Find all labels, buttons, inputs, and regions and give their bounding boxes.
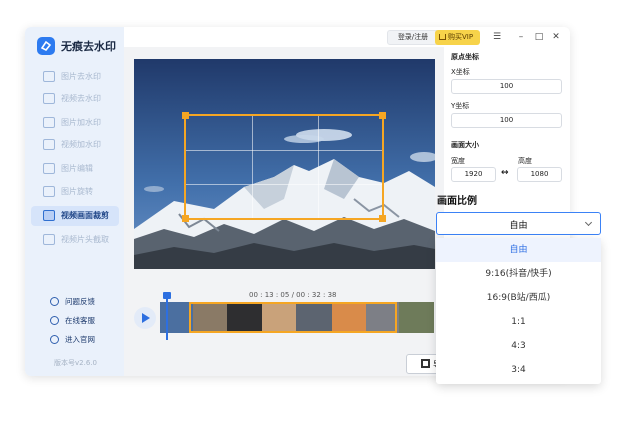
thumbnail xyxy=(399,302,434,333)
video-frame-image xyxy=(134,59,435,269)
image-watermark-icon xyxy=(43,117,55,128)
image-icon xyxy=(43,71,55,82)
y-coordinate-input[interactable]: 100 xyxy=(451,113,562,128)
sidebar-item-video-trim[interactable]: 视频片头截取 xyxy=(31,230,119,250)
crop-icon xyxy=(43,210,55,221)
width-input[interactable]: 1920 xyxy=(451,167,496,182)
website-label: 进入官网 xyxy=(65,334,95,344)
sidebar-item-label: 图片编辑 xyxy=(61,164,93,173)
ratio-option-16-9[interactable]: 16:9(B站/西瓜) xyxy=(436,286,601,310)
crop-handle-top-right[interactable] xyxy=(379,112,386,119)
sidebar-item-image-remove[interactable]: 图片去水印 xyxy=(31,67,119,87)
sidebar-item-video-crop[interactable]: 视频画面裁剪 xyxy=(31,206,119,226)
video-watermark-icon xyxy=(43,139,55,150)
playhead-handle[interactable] xyxy=(163,292,171,299)
ratio-option-3-4[interactable]: 3:4 xyxy=(436,358,601,382)
buy-vip-button[interactable]: 购买VIP xyxy=(435,30,480,45)
crop-handle-top-left[interactable] xyxy=(182,112,189,119)
feedback-label: 问题反馈 xyxy=(65,296,95,306)
sidebar-item-label: 图片加水印 xyxy=(61,118,101,127)
video-preview-area xyxy=(124,47,444,283)
height-label: 高度 xyxy=(518,157,532,165)
aspect-ratio-select[interactable]: 自由 xyxy=(436,212,601,235)
sidebar-item-image-rotate[interactable]: 图片旋转 xyxy=(31,182,119,202)
app-title: 无痕去水印 xyxy=(61,40,116,53)
menu-icon[interactable]: ☰ xyxy=(492,32,502,42)
website-icon xyxy=(50,334,59,344)
trim-selection[interactable] xyxy=(189,302,397,333)
y-label: Y坐标 xyxy=(451,102,470,110)
aspect-ratio-title: 画面比例 xyxy=(437,196,477,207)
image-edit-icon xyxy=(43,163,55,174)
support-link[interactable]: 在线客服 xyxy=(50,314,95,326)
feedback-icon xyxy=(50,296,59,306)
sidebar-item-image-edit[interactable]: 图片编辑 xyxy=(31,159,119,179)
website-link[interactable]: 进入官网 xyxy=(50,333,95,345)
feedback-link[interactable]: 问题反馈 xyxy=(50,295,95,307)
support-label: 在线客服 xyxy=(65,315,95,325)
login-button[interactable]: 登录/注册 xyxy=(387,30,439,45)
sidebar-item-label: 视频片头截取 xyxy=(61,235,109,244)
sidebar-item-video-remove[interactable]: 视频去水印 xyxy=(31,89,119,109)
crop-grid-line xyxy=(252,116,253,218)
support-icon xyxy=(50,315,59,325)
play-button[interactable] xyxy=(134,307,156,329)
close-icon[interactable]: ✕ xyxy=(551,32,561,42)
crown-icon xyxy=(439,34,446,40)
aspect-ratio-value: 自由 xyxy=(509,221,528,231)
playhead[interactable] xyxy=(163,292,171,340)
sidebar-item-label: 视频加水印 xyxy=(61,140,101,149)
sidebar-item-label: 视频去水印 xyxy=(61,94,101,103)
video-icon xyxy=(43,93,55,104)
ratio-option-9-16[interactable]: 9:16(抖音/快手) xyxy=(436,262,601,286)
link-ratio-icon[interactable]: ↔ xyxy=(501,168,509,178)
minimize-icon[interactable]: – xyxy=(516,32,526,42)
version-text: 版本号v2.6.0 xyxy=(54,359,97,367)
maximize-icon[interactable]: □ xyxy=(534,32,544,42)
size-title: 画面大小 xyxy=(451,141,479,149)
rotate-icon xyxy=(43,186,55,197)
sidebar-item-video-add[interactable]: 视频加水印 xyxy=(31,135,119,155)
play-icon xyxy=(142,313,150,323)
ratio-option-free[interactable]: 自由 xyxy=(436,238,601,262)
export-icon xyxy=(421,359,430,368)
sidebar-item-label: 图片去水印 xyxy=(61,72,101,81)
sidebar-item-label: 视频画面裁剪 xyxy=(61,211,109,220)
crop-handle-bottom-right[interactable] xyxy=(379,215,386,222)
x-label: X坐标 xyxy=(451,68,470,76)
crop-selection-box[interactable] xyxy=(182,112,386,222)
crop-grid-line xyxy=(318,116,319,218)
height-input[interactable]: 1080 xyxy=(517,167,562,182)
video-track[interactable] xyxy=(160,292,434,340)
ratio-option-1-1[interactable]: 1:1 xyxy=(436,310,601,334)
width-label: 宽度 xyxy=(451,157,465,165)
ratio-option-4-3[interactable]: 4:3 xyxy=(436,334,601,358)
sidebar-item-image-add[interactable]: 图片加水印 xyxy=(31,113,119,133)
crop-grid-line xyxy=(186,184,382,185)
sidebar-item-label: 图片旋转 xyxy=(61,187,93,196)
app-logo-icon xyxy=(37,37,55,55)
crop-handle-bottom-left[interactable] xyxy=(182,215,189,222)
timeline-area: 00 : 13 : 05 / 00 : 32 : 38 导 xyxy=(124,283,446,376)
buy-vip-label: 购买VIP xyxy=(448,33,474,41)
sidebar: 无痕去水印 图片去水印 视频去水印 图片加水印 视频加水印 图片编辑 图片旋转 … xyxy=(25,27,124,376)
trim-icon xyxy=(43,234,55,245)
x-coordinate-input[interactable]: 100 xyxy=(451,79,562,94)
crop-grid-line xyxy=(186,150,382,151)
origin-title: 原点坐标 xyxy=(451,53,479,61)
timecode: 00 : 13 : 05 / 00 : 32 : 38 xyxy=(249,291,337,299)
aspect-ratio-menu: 自由 9:16(抖音/快手) 16:9(B站/西瓜) 1:1 4:3 3:4 xyxy=(436,238,601,384)
